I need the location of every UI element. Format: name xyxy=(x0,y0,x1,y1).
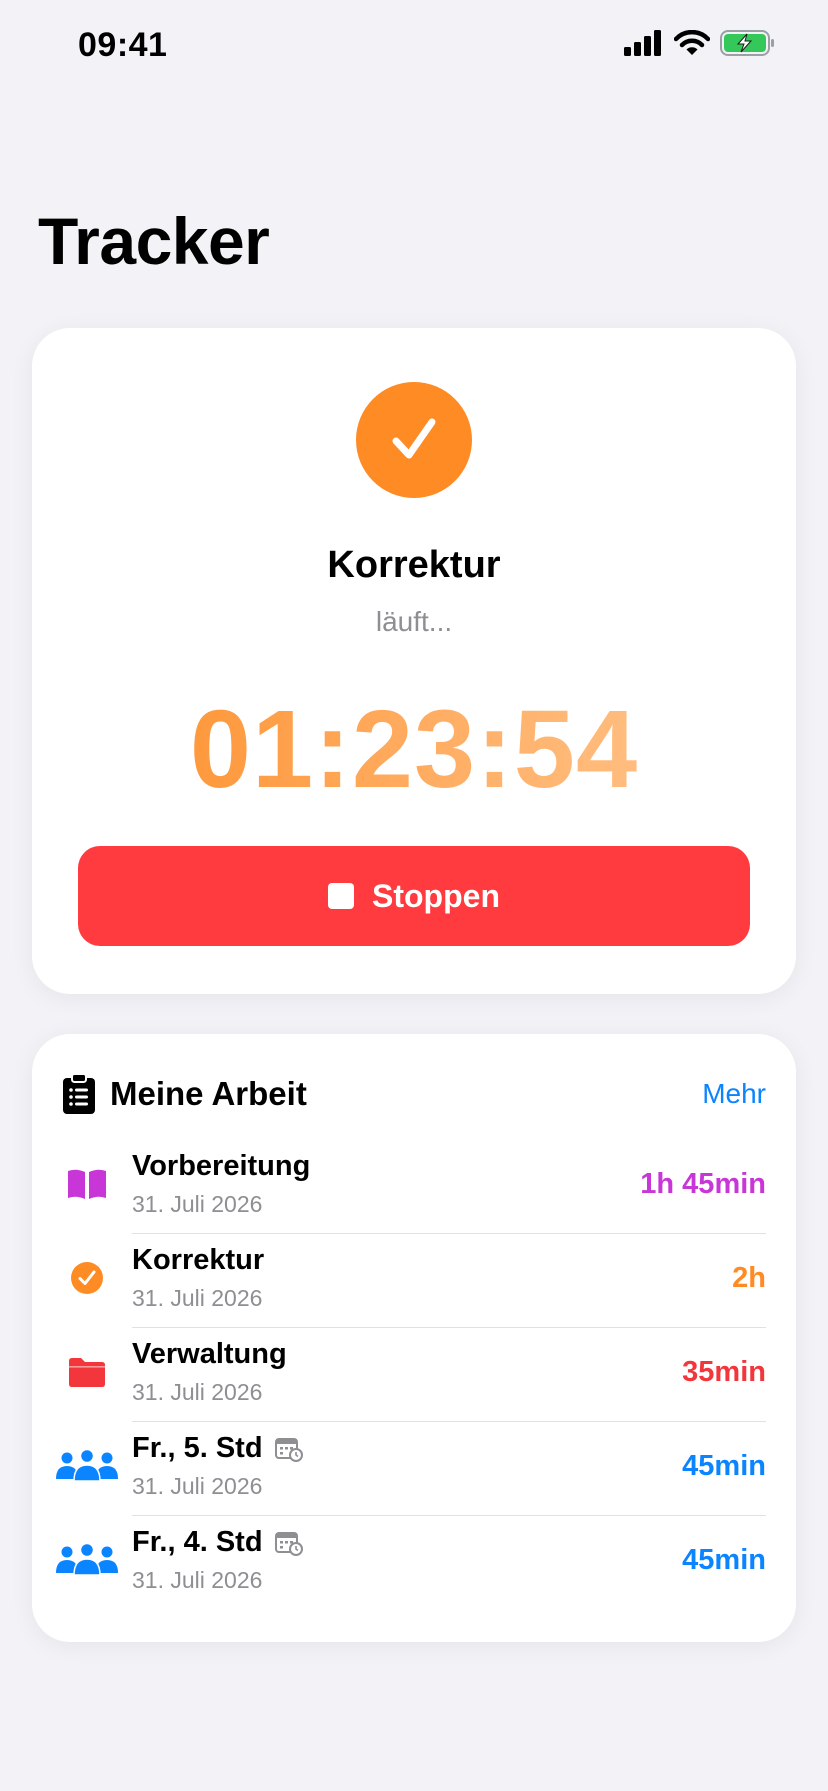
list-item[interactable]: Fr., 4. Std 31. Juli 2026 45min xyxy=(32,1516,796,1610)
list-item[interactable]: Vorbereitung 31. Juli 2026 1h 45min xyxy=(32,1140,796,1234)
status-icons xyxy=(624,30,776,56)
stop-icon xyxy=(328,883,354,909)
activity-check-icon xyxy=(356,382,472,498)
book-icon xyxy=(56,1160,118,1208)
list-item-date: 31. Juli 2026 xyxy=(132,1379,263,1405)
list-item-title: Korrektur xyxy=(132,1244,265,1276)
list-item-title: Vorbereitung xyxy=(132,1150,311,1182)
list-item-date: 31. Juli 2026 xyxy=(132,1567,263,1593)
status-time: 09:41 xyxy=(78,26,168,64)
stop-button[interactable]: Stoppen xyxy=(78,846,750,946)
list-item[interactable]: Verwaltung 31. Juli 2026 35min xyxy=(32,1328,796,1422)
list-item[interactable]: Korrektur 31. Juli 2026 2h xyxy=(32,1234,796,1328)
active-timer-card: Korrektur läuft... 01:23:54 Stoppen xyxy=(32,328,796,994)
elapsed-time: 01:23:54 xyxy=(32,686,796,813)
work-list: Vorbereitung 31. Juli 2026 1h 45min Korr… xyxy=(32,1140,796,1610)
stop-button-label: Stoppen xyxy=(372,877,500,914)
list-item-duration: 45min xyxy=(682,1544,766,1576)
battery-charging-icon xyxy=(720,30,774,56)
activity-name: Korrektur xyxy=(327,544,501,586)
calendar-clock-icon xyxy=(274,1437,303,1462)
list-item-title: Fr., 4. Std xyxy=(132,1526,263,1558)
wifi-icon xyxy=(674,30,710,55)
people-icon xyxy=(56,1442,118,1490)
my-work-card: Meine Arbeit Mehr Vorbereitung 31. Juli … xyxy=(32,1034,796,1642)
check-circle-icon xyxy=(56,1254,118,1302)
status-bar: 09:41 xyxy=(0,0,828,100)
list-item-date: 31. Juli 2026 xyxy=(132,1473,263,1499)
list-item-date: 31. Juli 2026 xyxy=(132,1191,263,1217)
list-item-duration: 45min xyxy=(682,1450,766,1482)
activity-status: läuft... xyxy=(375,606,453,637)
list-item-title: Verwaltung xyxy=(132,1338,287,1370)
list-item-title: Fr., 5. Std xyxy=(132,1432,263,1464)
more-link[interactable]: Mehr xyxy=(702,1078,766,1110)
list-item-duration: 35min xyxy=(682,1356,766,1388)
list-item-duration: 1h 45min xyxy=(640,1168,766,1200)
people-icon xyxy=(56,1536,118,1584)
list-item-date: 31. Juli 2026 xyxy=(132,1285,263,1311)
clipboard-icon xyxy=(63,1073,95,1114)
list-item[interactable]: Fr., 5. Std 31. Juli 2026 45min xyxy=(32,1422,796,1516)
my-work-title: Meine Arbeit xyxy=(110,1075,307,1112)
cellular-signal-icon xyxy=(624,30,661,56)
calendar-clock-icon xyxy=(274,1531,303,1556)
my-work-header: Meine Arbeit Mehr xyxy=(62,1070,766,1118)
list-item-duration: 2h xyxy=(732,1262,766,1294)
folder-icon xyxy=(56,1348,118,1396)
page-title: Tracker xyxy=(38,204,270,278)
